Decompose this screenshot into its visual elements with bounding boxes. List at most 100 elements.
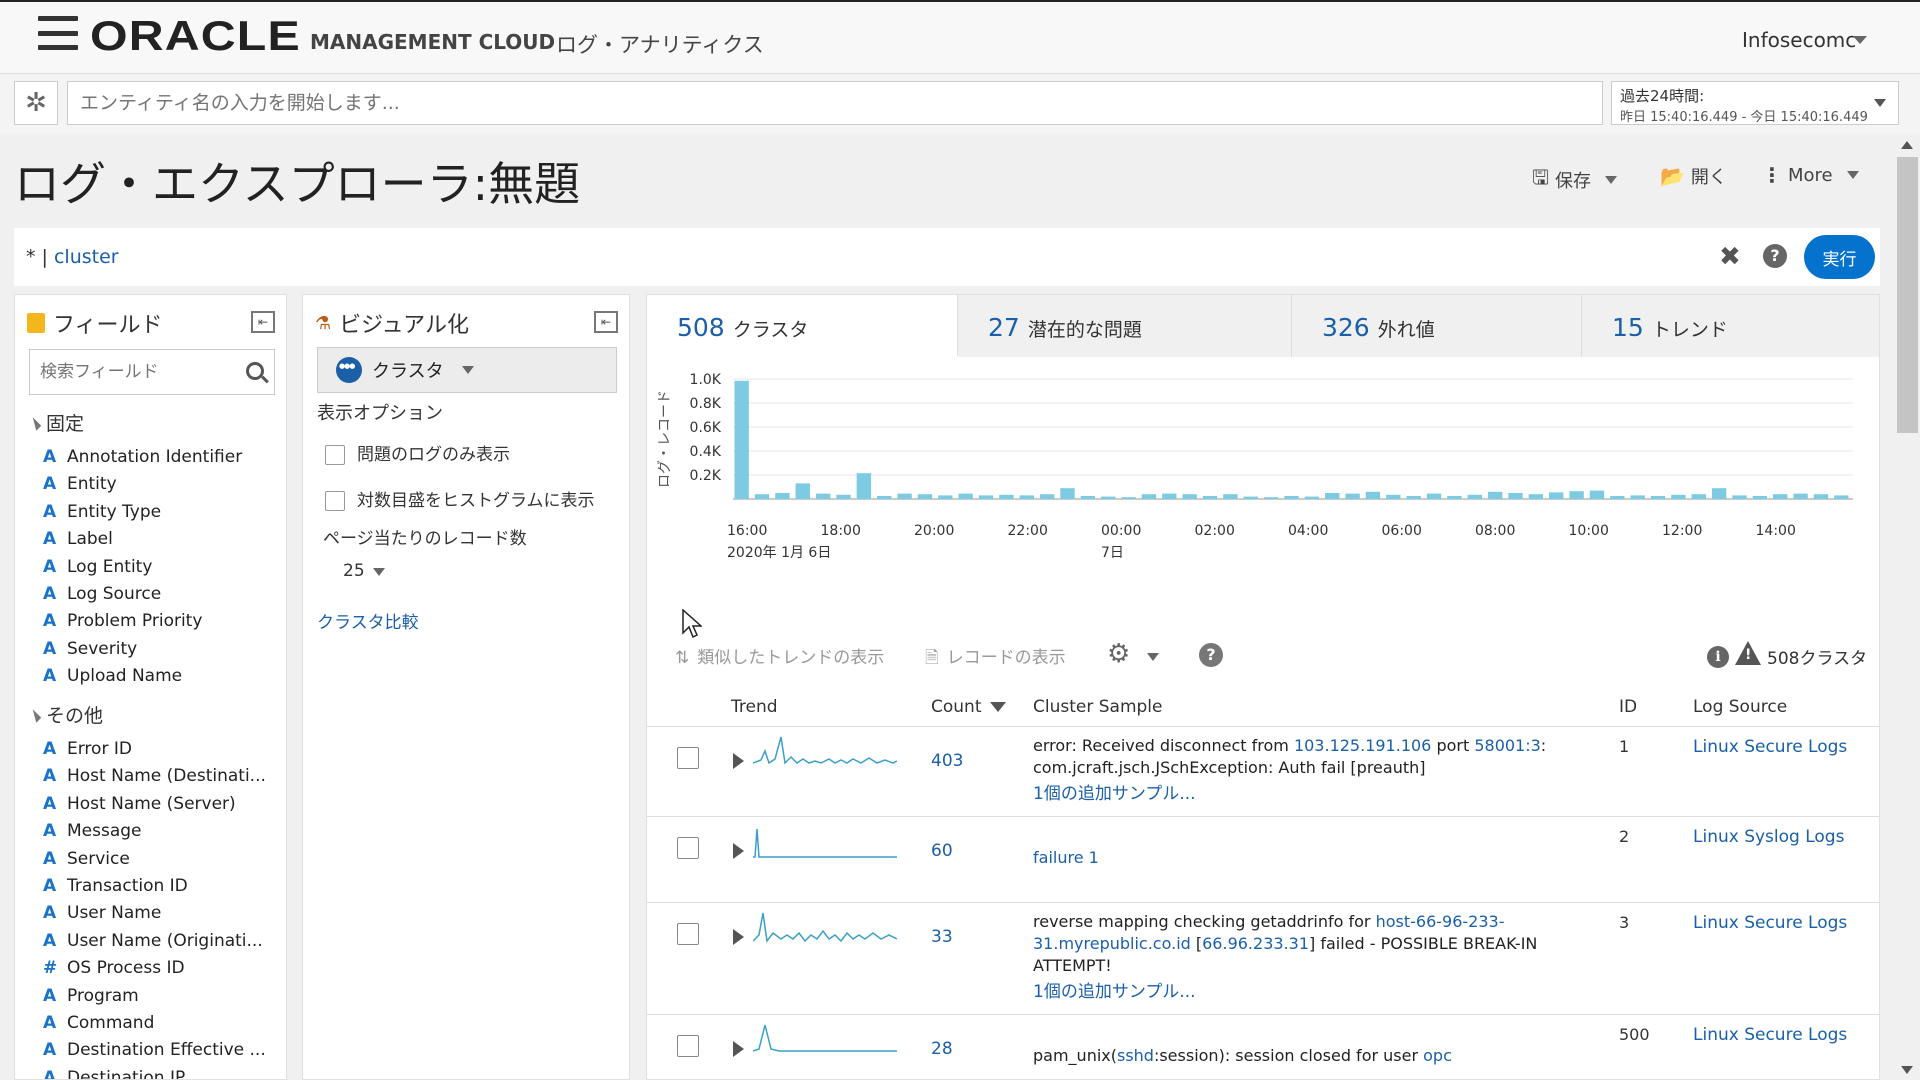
collapse-triangle-icon[interactable] [27, 417, 42, 431]
column-id[interactable]: ID [1619, 697, 1637, 717]
scrollbar-thumb[interactable] [1897, 157, 1918, 433]
column-cluster-sample[interactable]: Cluster Sample [1033, 697, 1162, 717]
summary-tab[interactable]: 326 外れ値 [1292, 295, 1582, 357]
warning-icon[interactable] [1735, 641, 1761, 665]
summary-tab[interactable]: 15 トレンド [1582, 295, 1879, 357]
field-item[interactable]: A Host Name (Server) [43, 794, 266, 821]
row-checkbox[interactable] [677, 1035, 699, 1057]
field-search-input[interactable] [30, 350, 230, 394]
summary-tab[interactable]: 508 クラスタ [647, 295, 958, 357]
more-samples-link[interactable]: 1個の追加サンプル... [1033, 981, 1573, 1003]
save-button[interactable]: 🖫 保存 [1532, 163, 1618, 197]
chevron-down-icon[interactable] [1853, 36, 1867, 44]
field-item[interactable]: A Log Entity [43, 557, 242, 584]
open-button[interactable]: 📂 開く [1660, 163, 1727, 189]
expand-row-icon[interactable] [733, 843, 744, 859]
more-samples-link[interactable]: 1個の追加サンプル... [1033, 783, 1573, 805]
row-count[interactable]: 28 [931, 1039, 953, 1059]
visualization-select[interactable]: クラスタ [317, 347, 617, 393]
expand-row-icon[interactable] [733, 1041, 744, 1057]
chevron-down-icon[interactable] [461, 366, 474, 374]
row-checkbox[interactable] [677, 747, 699, 769]
field-item[interactable]: A Entity [43, 474, 242, 501]
field-search[interactable] [29, 349, 275, 395]
field-item[interactable]: A Destination IP [43, 1068, 266, 1079]
entity-search-input[interactable] [67, 81, 1603, 125]
log-source-link[interactable]: Linux Secure Logs [1693, 1025, 1847, 1045]
show-similar-trends-button[interactable]: ⇅ 類似したトレンドの表示 [675, 643, 884, 668]
table-row[interactable]: 28 pam_unix(sshd:session): session close… [647, 1015, 1879, 1079]
ip-link[interactable]: 66.96.233.31 [1202, 934, 1309, 953]
log-source-link[interactable]: Linux Secure Logs [1693, 737, 1847, 757]
gear-icon[interactable]: ⚙ [1107, 639, 1130, 669]
table-row[interactable]: 33 reverse mapping checking getaddrinfo … [647, 903, 1879, 1015]
process-link[interactable]: sshd [1117, 1046, 1154, 1065]
field-item[interactable]: A Severity [43, 639, 242, 666]
field-item[interactable]: A Program [43, 986, 266, 1013]
time-range-selector[interactable]: 過去24時間: 昨日 15:40:16.449 - 今日 15:40:16.44… [1611, 81, 1899, 125]
field-item[interactable]: A Service [43, 849, 266, 876]
summary-tab[interactable]: 27 潜在的な問題 [958, 295, 1292, 357]
field-item[interactable]: A Transaction ID [43, 876, 266, 903]
column-log-source[interactable]: Log Source [1693, 697, 1787, 717]
collapse-triangle-icon[interactable] [27, 709, 42, 723]
sort-desc-icon[interactable] [989, 702, 1006, 712]
clear-icon[interactable]: ✖ [1719, 242, 1741, 272]
table-row[interactable]: 60 failure 1 2 Linux Syslog Logs [647, 817, 1879, 903]
tenant-menu[interactable]: Infosecomc [1742, 28, 1856, 52]
field-item[interactable]: A Error ID [43, 739, 266, 766]
fixed-section-header[interactable]: 固定 [27, 409, 84, 436]
help-icon[interactable]: ? [1763, 244, 1787, 268]
field-item[interactable]: A Entity Type [43, 502, 242, 529]
expand-row-icon[interactable] [733, 753, 744, 769]
row-count[interactable]: 60 [931, 841, 953, 861]
column-count[interactable]: Count [931, 697, 1006, 717]
row-checkbox[interactable] [677, 923, 699, 945]
row-count[interactable]: 403 [931, 751, 963, 771]
chevron-down-icon[interactable] [1605, 176, 1618, 184]
field-item[interactable]: A Command [43, 1013, 266, 1040]
field-item[interactable]: A Annotation Identifier [43, 447, 242, 474]
field-item[interactable]: A Destination Effective ... [43, 1040, 266, 1067]
collapse-panel-icon[interactable]: ⇤ [594, 311, 618, 333]
cluster-compare-link[interactable]: クラスタ比較 [317, 608, 419, 633]
field-item[interactable]: A Message [43, 821, 266, 848]
hamburger-menu-icon[interactable] [38, 16, 78, 50]
chevron-down-icon[interactable] [1846, 171, 1859, 179]
row-checkbox[interactable] [677, 837, 699, 859]
show-records-button[interactable]: 🗎 レコードの表示 [925, 643, 1066, 674]
table-row[interactable]: 403 error: Received disconnect from 103.… [647, 727, 1879, 817]
user-link[interactable]: opc [1423, 1046, 1452, 1065]
port-link[interactable]: 58001:3 [1474, 736, 1540, 755]
expand-row-icon[interactable] [733, 929, 744, 945]
problem-only-option[interactable]: 問題のログのみ表示 [325, 440, 510, 465]
row-count[interactable]: 33 [931, 927, 953, 947]
log-source-link[interactable]: Linux Syslog Logs [1693, 827, 1844, 847]
scroll-up-icon[interactable] [1901, 141, 1913, 149]
other-section-header[interactable]: その他 [27, 701, 103, 728]
sample-link[interactable]: failure 1 [1033, 848, 1099, 867]
scroll-down-icon[interactable] [1901, 1066, 1913, 1074]
ip-link[interactable]: 103.125.191.106 [1294, 736, 1431, 755]
field-item[interactable]: A Upload Name [43, 666, 242, 693]
log-scale-option[interactable]: 対数目盛をヒストグラムに表示 [325, 486, 595, 511]
chevron-down-icon[interactable] [1874, 99, 1886, 107]
more-button[interactable]: ⋮ More [1762, 163, 1859, 187]
chevron-down-icon[interactable] [372, 568, 385, 576]
field-item[interactable]: A Label [43, 529, 242, 556]
run-button[interactable]: 実行 [1804, 235, 1875, 279]
help-icon[interactable]: ? [1199, 643, 1223, 667]
query-editor[interactable]: * | cluster [26, 246, 119, 268]
records-per-page-select[interactable]: 25 [343, 561, 385, 581]
field-item[interactable]: A Problem Priority [43, 611, 242, 638]
field-item[interactable]: A Host Name (Destinati... [43, 766, 266, 793]
field-item[interactable]: A User Name [43, 903, 266, 930]
log-source-link[interactable]: Linux Secure Logs [1693, 913, 1847, 933]
column-trend[interactable]: Trend [731, 697, 778, 717]
field-item[interactable]: # OS Process ID [43, 958, 266, 985]
search-icon[interactable] [246, 362, 264, 380]
field-item[interactable]: A Log Source [43, 584, 242, 611]
info-icon[interactable]: i [1707, 646, 1729, 668]
field-item[interactable]: A User Name (Originati... [43, 931, 266, 958]
log-scale-checkbox[interactable] [325, 491, 345, 511]
